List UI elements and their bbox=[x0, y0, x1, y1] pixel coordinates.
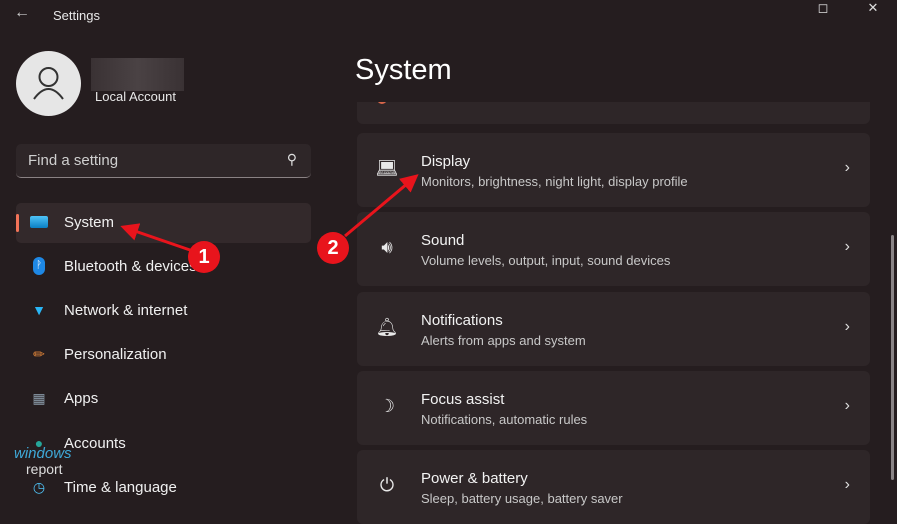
watermark-line1: windows bbox=[14, 445, 72, 462]
step-badge-1: 1 bbox=[188, 241, 220, 273]
arrow-2 bbox=[344, 174, 419, 238]
arrow-1 bbox=[120, 223, 191, 252]
annotation-arrows bbox=[120, 174, 419, 252]
watermark-line2: report bbox=[26, 461, 63, 477]
step-badge-2: 2 bbox=[317, 232, 349, 264]
